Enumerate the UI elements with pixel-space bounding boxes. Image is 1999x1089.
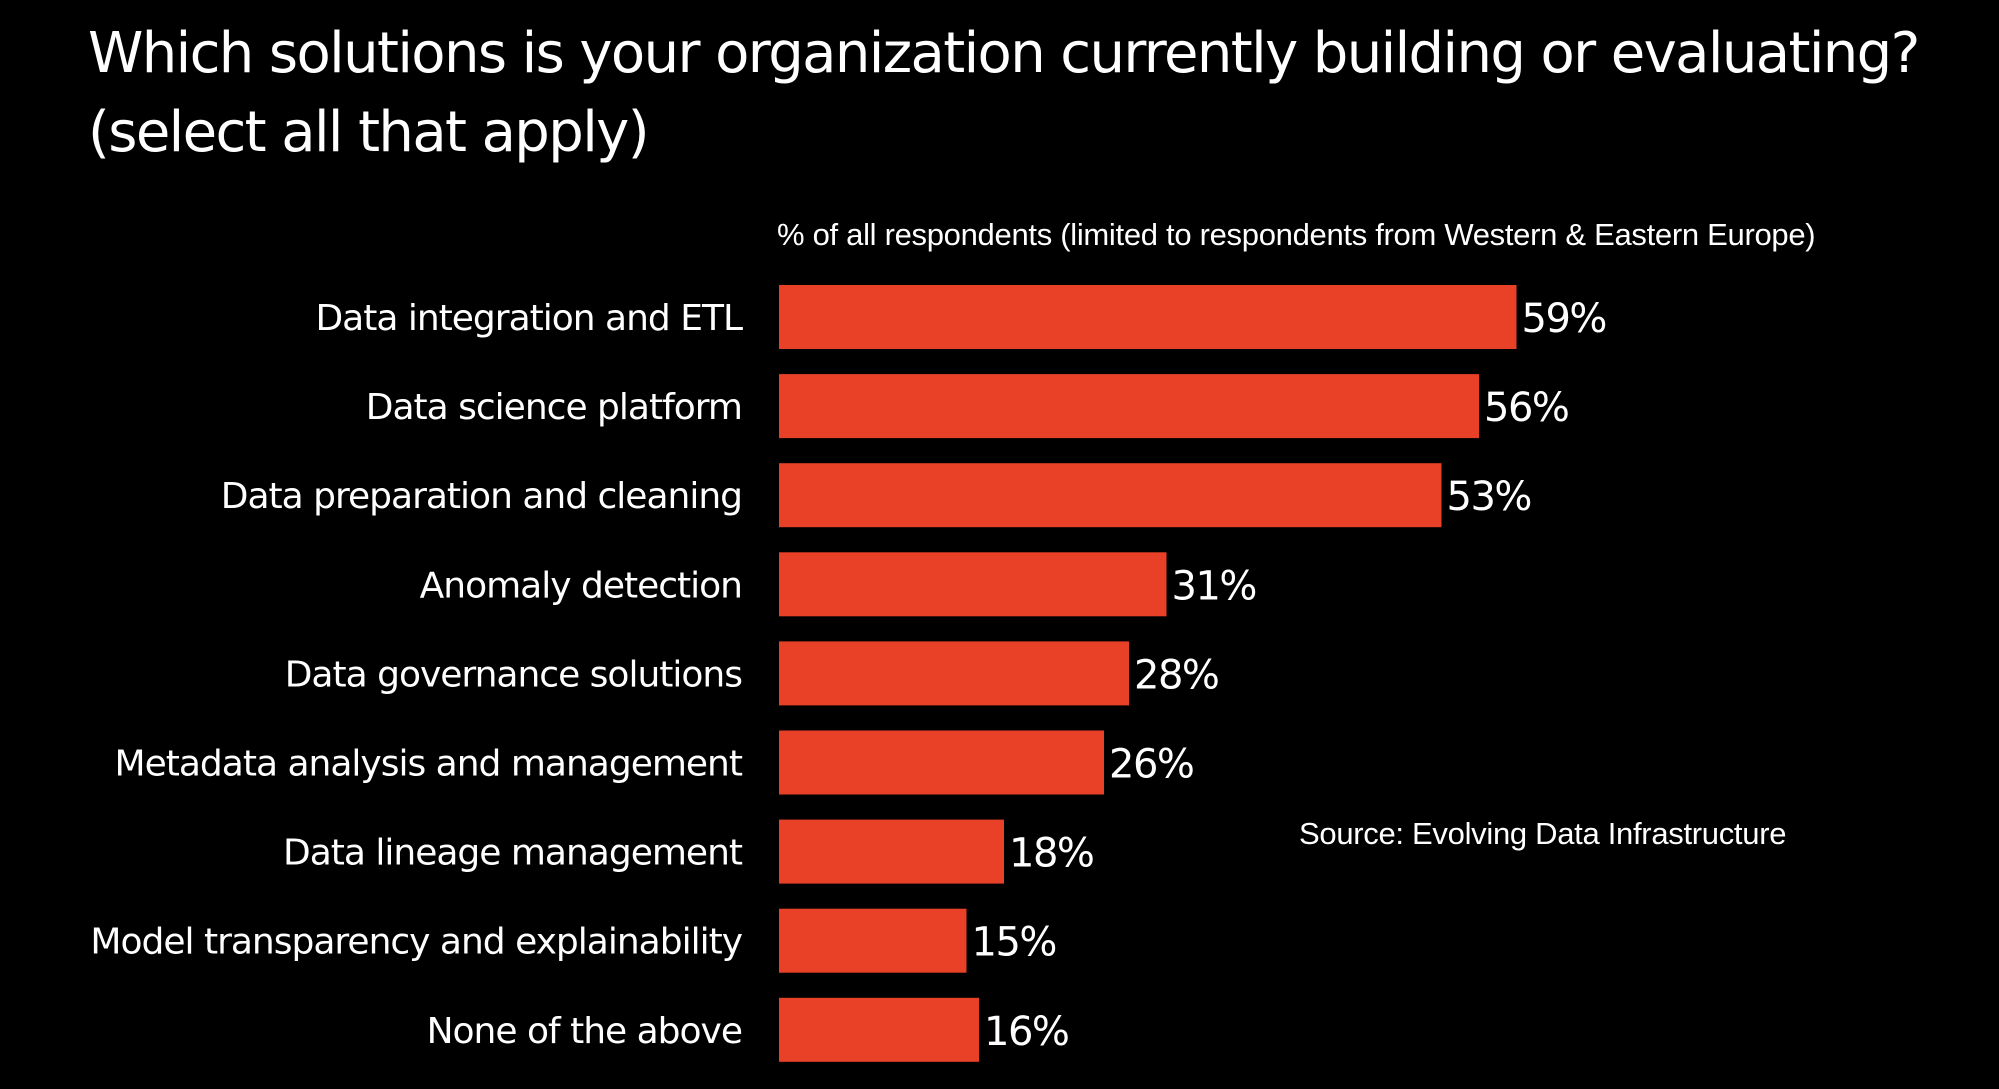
value-label: 15% (972, 920, 1056, 966)
bar (779, 374, 1479, 439)
category-label: None of the above (427, 1011, 742, 1052)
category-label: Data science platform (366, 387, 742, 428)
bar (779, 463, 1442, 528)
category-label: Data governance solutions (285, 654, 742, 695)
bar-chart: Data integration and ETL Data science pla… (90, 285, 1607, 1062)
bar (779, 819, 1004, 884)
category-label: Data integration and ETL (315, 298, 743, 339)
category-label: Data lineage management (283, 833, 743, 874)
value-label: 18% (1009, 831, 1093, 877)
value-label: 31% (1172, 563, 1256, 609)
category-labels-group: Data integration and ETL Data science pla… (90, 298, 744, 1052)
value-label: 59% (1522, 296, 1606, 342)
bar (779, 908, 967, 973)
bar (779, 285, 1517, 349)
source-note: Source: Evolving Data Infrastructure (1299, 816, 1787, 851)
value-label: 28% (1134, 652, 1218, 698)
category-label: Data preparation and cleaning (221, 476, 742, 517)
category-label: Model transparency and explainability (90, 922, 742, 963)
bar (779, 641, 1129, 706)
value-label: 56% (1484, 385, 1568, 431)
bar (779, 552, 1167, 617)
category-label: Metadata analysis and management (115, 744, 743, 785)
value-label: 26% (1109, 742, 1193, 788)
bar (779, 997, 979, 1062)
bar (779, 730, 1104, 795)
category-label: Anomaly detection (420, 565, 742, 606)
value-label: 53% (1447, 474, 1531, 520)
value-label: 16% (984, 1009, 1068, 1055)
